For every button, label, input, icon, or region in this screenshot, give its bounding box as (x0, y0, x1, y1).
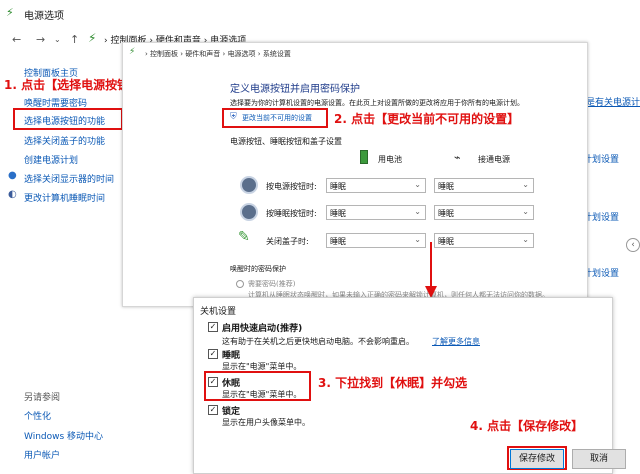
sleep-battery-select[interactable]: 睡眠 ⌄ (326, 205, 426, 220)
fast-startup-description: 这有助于在关机之后更快地启动电脑。不会影响重启。 (222, 337, 414, 346)
sleep-battery-value: 睡眠 (330, 209, 346, 218)
power-battery-value: 睡眠 (330, 182, 346, 191)
sidebar-item-power-button[interactable]: 选择电源按钮的功能 (24, 114, 105, 127)
arrow-to-step-3 (425, 242, 437, 298)
power-battery-select[interactable]: 睡眠 ⌄ (326, 178, 426, 193)
chevron-down-icon: ⌄ (414, 235, 421, 244)
right-link-plan-settings-3[interactable]: 计划设置 (583, 266, 619, 279)
battery-icon (360, 150, 368, 164)
hibernate-description: 显示在"电源"菜单中。 (222, 390, 302, 399)
lid-battery-select[interactable]: 睡眠 ⌄ (326, 233, 426, 248)
forward-arrow-icon[interactable]: → (36, 33, 45, 46)
row-sleep-label: 按睡眠按钮时: (266, 209, 317, 218)
up-arrow-icon[interactable]: ↑ (70, 33, 79, 46)
sleep-plugged-select[interactable]: 睡眠 ⌄ (434, 205, 534, 220)
sleep-button-icon (240, 203, 258, 221)
monitor-icon: ● (8, 170, 17, 181)
lid-icon: ✎ (238, 229, 250, 245)
right-link-plan-settings-2[interactable]: 计划设置 (583, 210, 619, 223)
right-link-plan-info[interactable]: 是有关电源计 (586, 95, 640, 108)
chevron-down-icon: ⌄ (414, 180, 421, 189)
battery-column-label: 用电池 (378, 155, 402, 164)
row-power-label: 按电源按钮时: (266, 182, 317, 191)
back-arrow-icon[interactable]: ← (12, 33, 21, 46)
annotation-step-2: 2. 点击【更改当前不可用的设置】 (334, 112, 520, 126)
chevron-down-icon: ⌄ (522, 235, 529, 244)
title-bar: ⚡ 电源选项 (0, 0, 640, 26)
annotation-step-4: 4. 点击【保存修改】 (470, 419, 584, 433)
password-radio[interactable] (236, 280, 244, 288)
inner-power-icon: ⚡ (129, 47, 136, 57)
recent-chevron-icon[interactable]: ⌄ (54, 35, 61, 44)
hibernate-label: 休眠 (222, 379, 241, 389)
hibernate-checkbox[interactable]: ✓ (208, 377, 218, 387)
window-title: 电源选项 (24, 11, 64, 22)
sidebar-item-display-off[interactable]: 选择关闭显示器的时间 (24, 172, 114, 185)
sleep-plugged-value: 睡眠 (438, 209, 454, 218)
sleep-label: 睡眠 (222, 351, 241, 361)
right-link-plan-settings-1[interactable]: 计划设置 (583, 152, 619, 165)
power-button-icon (240, 176, 258, 194)
sleep-checkbox[interactable]: ✓ (208, 349, 218, 359)
save-changes-button[interactable]: 保存修改 (510, 449, 564, 469)
sidebar-item-create-plan[interactable]: 创建电源计划 (24, 153, 78, 166)
chevron-down-icon: ⌄ (414, 207, 421, 216)
dialog-description: 选择要为你的计算机设置的电源设置。在此页上对设置所做的更改将应用于你所有的电源计… (230, 99, 524, 107)
inner-breadcrumb-hardware[interactable]: 硬件和声音 (185, 50, 220, 58)
control-panel-icon: ⚡ (88, 31, 97, 45)
power-plugged-value: 睡眠 (438, 182, 454, 191)
row-lid-label: 关闭盖子时: (266, 237, 309, 246)
cancel-button[interactable]: 取消 (572, 449, 626, 469)
password-option-label: 需要密码(推荐) (248, 280, 296, 288)
inner-breadcrumb-control-panel[interactable]: 控制面板 (150, 50, 178, 58)
see-also-heading: 另请参阅 (24, 393, 61, 403)
dialog-heading: 定义电源按钮并启用密码保护 (230, 84, 360, 95)
sidebar-link-mobility-center[interactable]: Windows 移动中心 (24, 429, 103, 442)
scroll-expand-icon[interactable]: ‹ (626, 238, 640, 252)
lock-checkbox[interactable]: ✓ (208, 405, 218, 415)
chevron-down-icon: ⌄ (522, 180, 529, 189)
plug-icon: ⌁ (454, 151, 461, 164)
chevron-down-icon: ⌄ (522, 207, 529, 216)
lid-plugged-select[interactable]: 睡眠 ⌄ (434, 233, 534, 248)
inner-breadcrumb-power[interactable]: 电源选项 (228, 50, 256, 58)
sidebar-link-user-accounts[interactable]: 用户帐户 (24, 448, 60, 461)
sidebar-link-personalize[interactable]: 个性化 (24, 409, 51, 422)
sidebar-item-lid[interactable]: 选择关闭盖子的功能 (24, 134, 105, 147)
annotation-step-3: 3. 下拉找到【休眠】并勾选 (318, 376, 468, 390)
plugged-column-label: 接通电源 (478, 155, 510, 164)
shutdown-section-title: 关机设置 (200, 307, 237, 317)
shield-icon: ⛨ (230, 112, 237, 122)
fast-startup-label: 启用快速启动(推荐) (222, 324, 303, 334)
lock-label: 锁定 (222, 407, 241, 417)
power-options-icon: ⚡ (6, 6, 14, 19)
change-unavailable-settings-link[interactable]: 更改当前不可用的设置 (242, 113, 312, 123)
learn-more-link[interactable]: 了解更多信息 (432, 336, 480, 347)
lid-battery-value: 睡眠 (330, 237, 346, 246)
lid-plugged-value: 睡眠 (438, 237, 454, 246)
moon-icon: ◐ (8, 189, 17, 200)
power-plugged-select[interactable]: 睡眠 ⌄ (434, 178, 534, 193)
sidebar-item-sleep-time[interactable]: 更改计算机睡眠时间 (24, 191, 105, 204)
buttons-section-title: 电源按钮、睡眠按钮和盖子设置 (230, 137, 342, 146)
inner-breadcrumb-system[interactable]: 系统设置 (263, 50, 291, 58)
lock-description: 显示在用户头像菜单中。 (222, 418, 310, 427)
fast-startup-checkbox[interactable]: ✓ (208, 322, 218, 332)
inner-breadcrumb: › 控制面板 › 硬件和声音 › 电源选项 › 系统设置 (145, 50, 291, 58)
password-section-title: 唤醒时的密码保护 (230, 265, 286, 273)
